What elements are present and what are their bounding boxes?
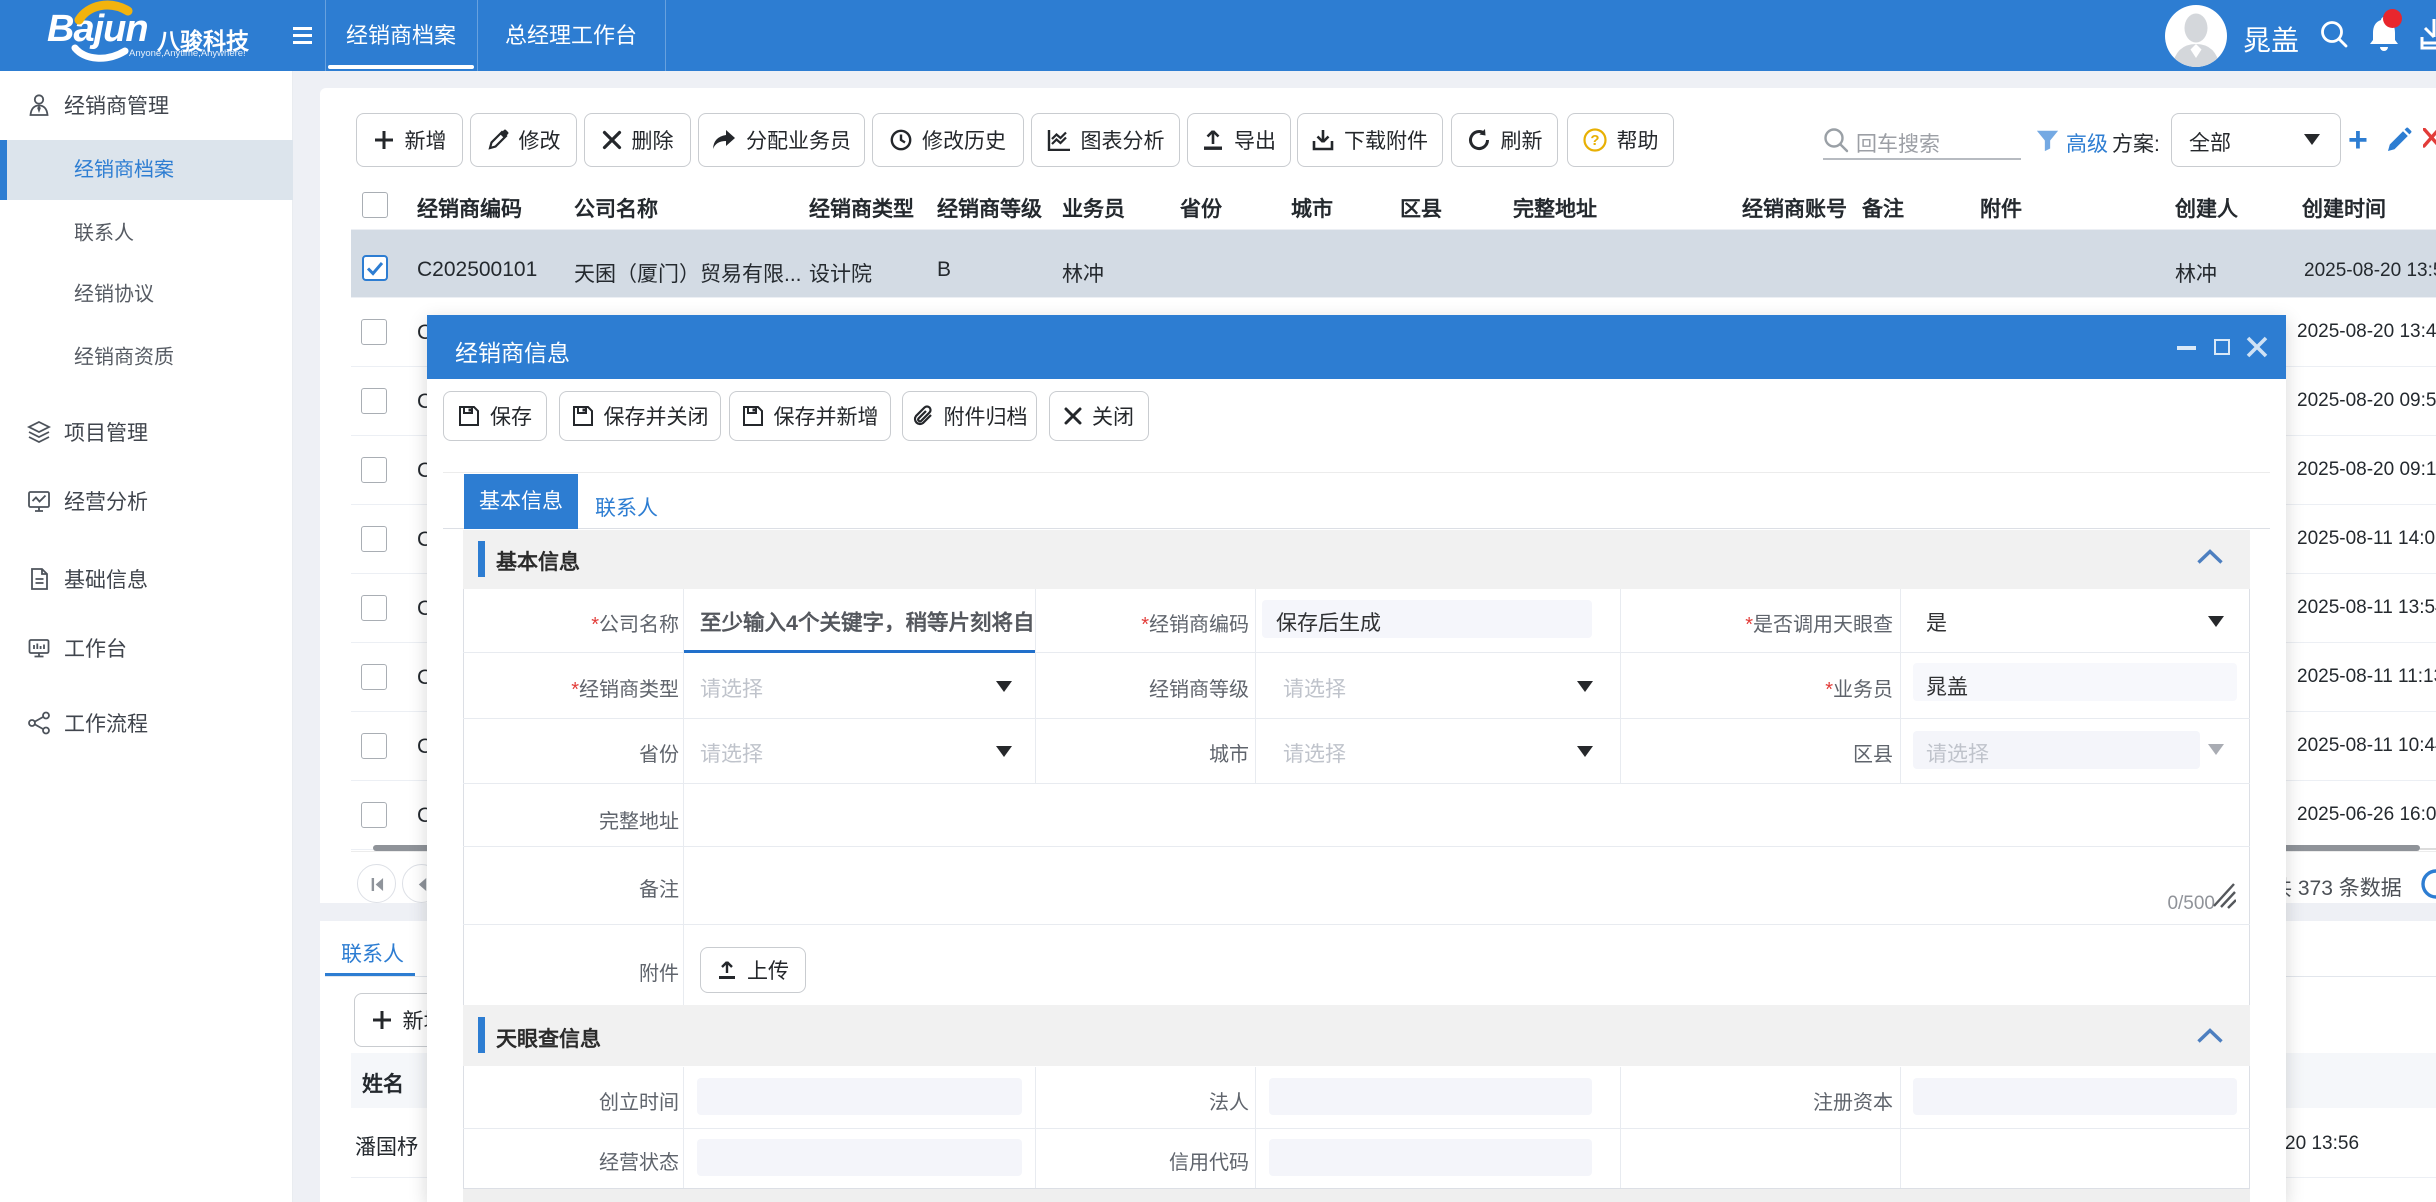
svg-text:?: ?: [1590, 132, 1599, 149]
